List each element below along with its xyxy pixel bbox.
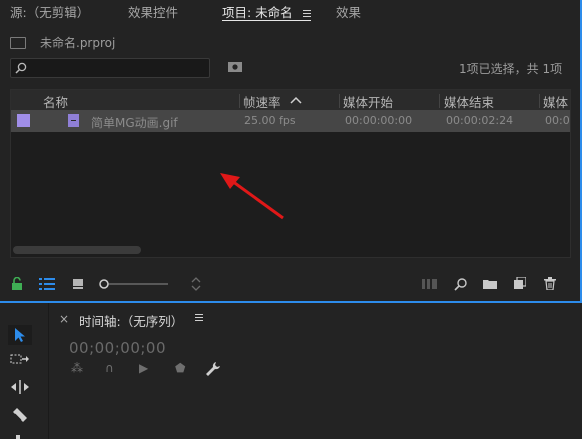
selection-status: 1项已选择，共 1项 — [459, 62, 563, 76]
clip-media-start: 00:00:00:00 — [345, 114, 413, 127]
tab-effects[interactable]: 效果 — [336, 2, 361, 21]
table-header: 名称 帧速率 媒体开始 媒体结束 媒体 — [11, 90, 570, 110]
column-divider[interactable] — [439, 94, 440, 108]
panel-tab-bar: 源:（无剪辑） 效果控件 项目: 未命名 效果 — [0, 0, 580, 22]
freeform-view-icon[interactable] — [422, 279, 438, 289]
column-header-media-more[interactable]: 媒体 — [543, 92, 568, 111]
project-toolbar — [0, 270, 580, 298]
column-header-media-start[interactable]: 媒体开始 — [343, 92, 393, 111]
nest-icon[interactable]: ⁂ — [71, 361, 83, 375]
tab-effect-controls[interactable]: 效果控件 — [128, 2, 178, 21]
label-color-swatch[interactable] — [17, 114, 30, 127]
horizontal-scrollbar[interactable] — [13, 246, 141, 254]
clip-icon — [68, 114, 79, 127]
find-icon[interactable] — [454, 277, 468, 291]
column-divider[interactable] — [339, 94, 340, 108]
annotation-arrow — [220, 173, 284, 220]
new-folder-icon[interactable] — [483, 278, 498, 290]
razor-tool-button[interactable] — [8, 407, 32, 427]
column-header-frame-rate[interactable]: 帧速率 — [243, 92, 281, 111]
timecode-display[interactable]: 00;00;00;00 — [69, 339, 166, 357]
icon-view-icon[interactable] — [72, 278, 84, 289]
clip-media-more: 00:0 — [545, 114, 570, 127]
lock-icon[interactable] — [11, 277, 23, 290]
tab-project[interactable]: 项目: 未命名 — [222, 2, 311, 21]
table-row[interactable]: 简单MG动画.gif 25.00 fps 00:00:00:00 00:00:0… — [11, 110, 570, 132]
track-select-tool-button[interactable] — [8, 353, 32, 373]
search-icon — [15, 62, 27, 74]
clip-media-end: 00:00:02:24 — [446, 114, 514, 127]
project-panel: 源:（无剪辑） 效果控件 项目: 未命名 效果 未命名.prproj 1项已选择… — [0, 0, 582, 303]
more-tools-indicator — [16, 435, 20, 439]
search-input[interactable] — [10, 58, 210, 78]
new-bin-icon[interactable] — [227, 60, 243, 73]
tab-project-label: 项目: 未命名 — [222, 5, 293, 20]
folder-icon — [10, 37, 26, 49]
clip-name[interactable]: 简单MG动画.gif — [91, 114, 178, 131]
linked-selection-icon[interactable]: ▶ — [139, 361, 148, 375]
ripple-edit-tool-button[interactable] — [8, 380, 32, 400]
new-item-icon[interactable] — [514, 277, 526, 290]
track-select-icon — [10, 354, 29, 364]
clip-frame-rate: 25.00 fps — [244, 114, 296, 127]
timeline-toolbar: ⁂ ∩ ▶ ⬟ — [69, 361, 249, 377]
trash-icon[interactable] — [544, 277, 556, 290]
tab-source[interactable]: 源:（无剪辑） — [10, 2, 89, 21]
column-divider[interactable] — [539, 94, 540, 108]
selection-tool-button[interactable] — [8, 325, 32, 345]
tools-panel — [0, 303, 46, 439]
panel-menu-icon[interactable] — [302, 8, 311, 19]
add-marker-icon[interactable]: ⬟ — [175, 361, 185, 375]
active-tab-underline — [222, 20, 311, 21]
column-header-media-end[interactable]: 媒体结束 — [444, 92, 494, 111]
sort-ascending-icon[interactable] — [290, 96, 302, 104]
sort-icon[interactable] — [191, 277, 201, 291]
wrench-icon[interactable] — [205, 361, 221, 377]
list-view-icon[interactable] — [39, 278, 55, 290]
project-table: 名称 帧速率 媒体开始 媒体结束 媒体 简单MG动画.gif 25.00 fps… — [10, 89, 571, 258]
ripple-edit-icon — [11, 380, 29, 394]
close-icon[interactable]: × — [59, 312, 69, 326]
column-divider[interactable] — [239, 94, 240, 108]
snap-magnet-icon[interactable]: ∩ — [105, 361, 114, 375]
column-header-name[interactable]: 名称 — [43, 92, 68, 111]
selection-tool-icon — [15, 328, 25, 342]
project-filename: 未命名.prproj — [40, 36, 116, 50]
timeline-header: × 时间轴:（无序列） — [49, 311, 582, 331]
timeline-title[interactable]: 时间轴:（无序列） — [79, 311, 183, 330]
panel-menu-icon[interactable] — [195, 312, 203, 323]
zoom-slider[interactable] — [98, 278, 170, 290]
razor-icon — [13, 408, 27, 422]
timeline-panel: × 时间轴:（无序列） 00;00;00;00 ⁂ ∩ ▶ ⬟ — [48, 303, 582, 439]
